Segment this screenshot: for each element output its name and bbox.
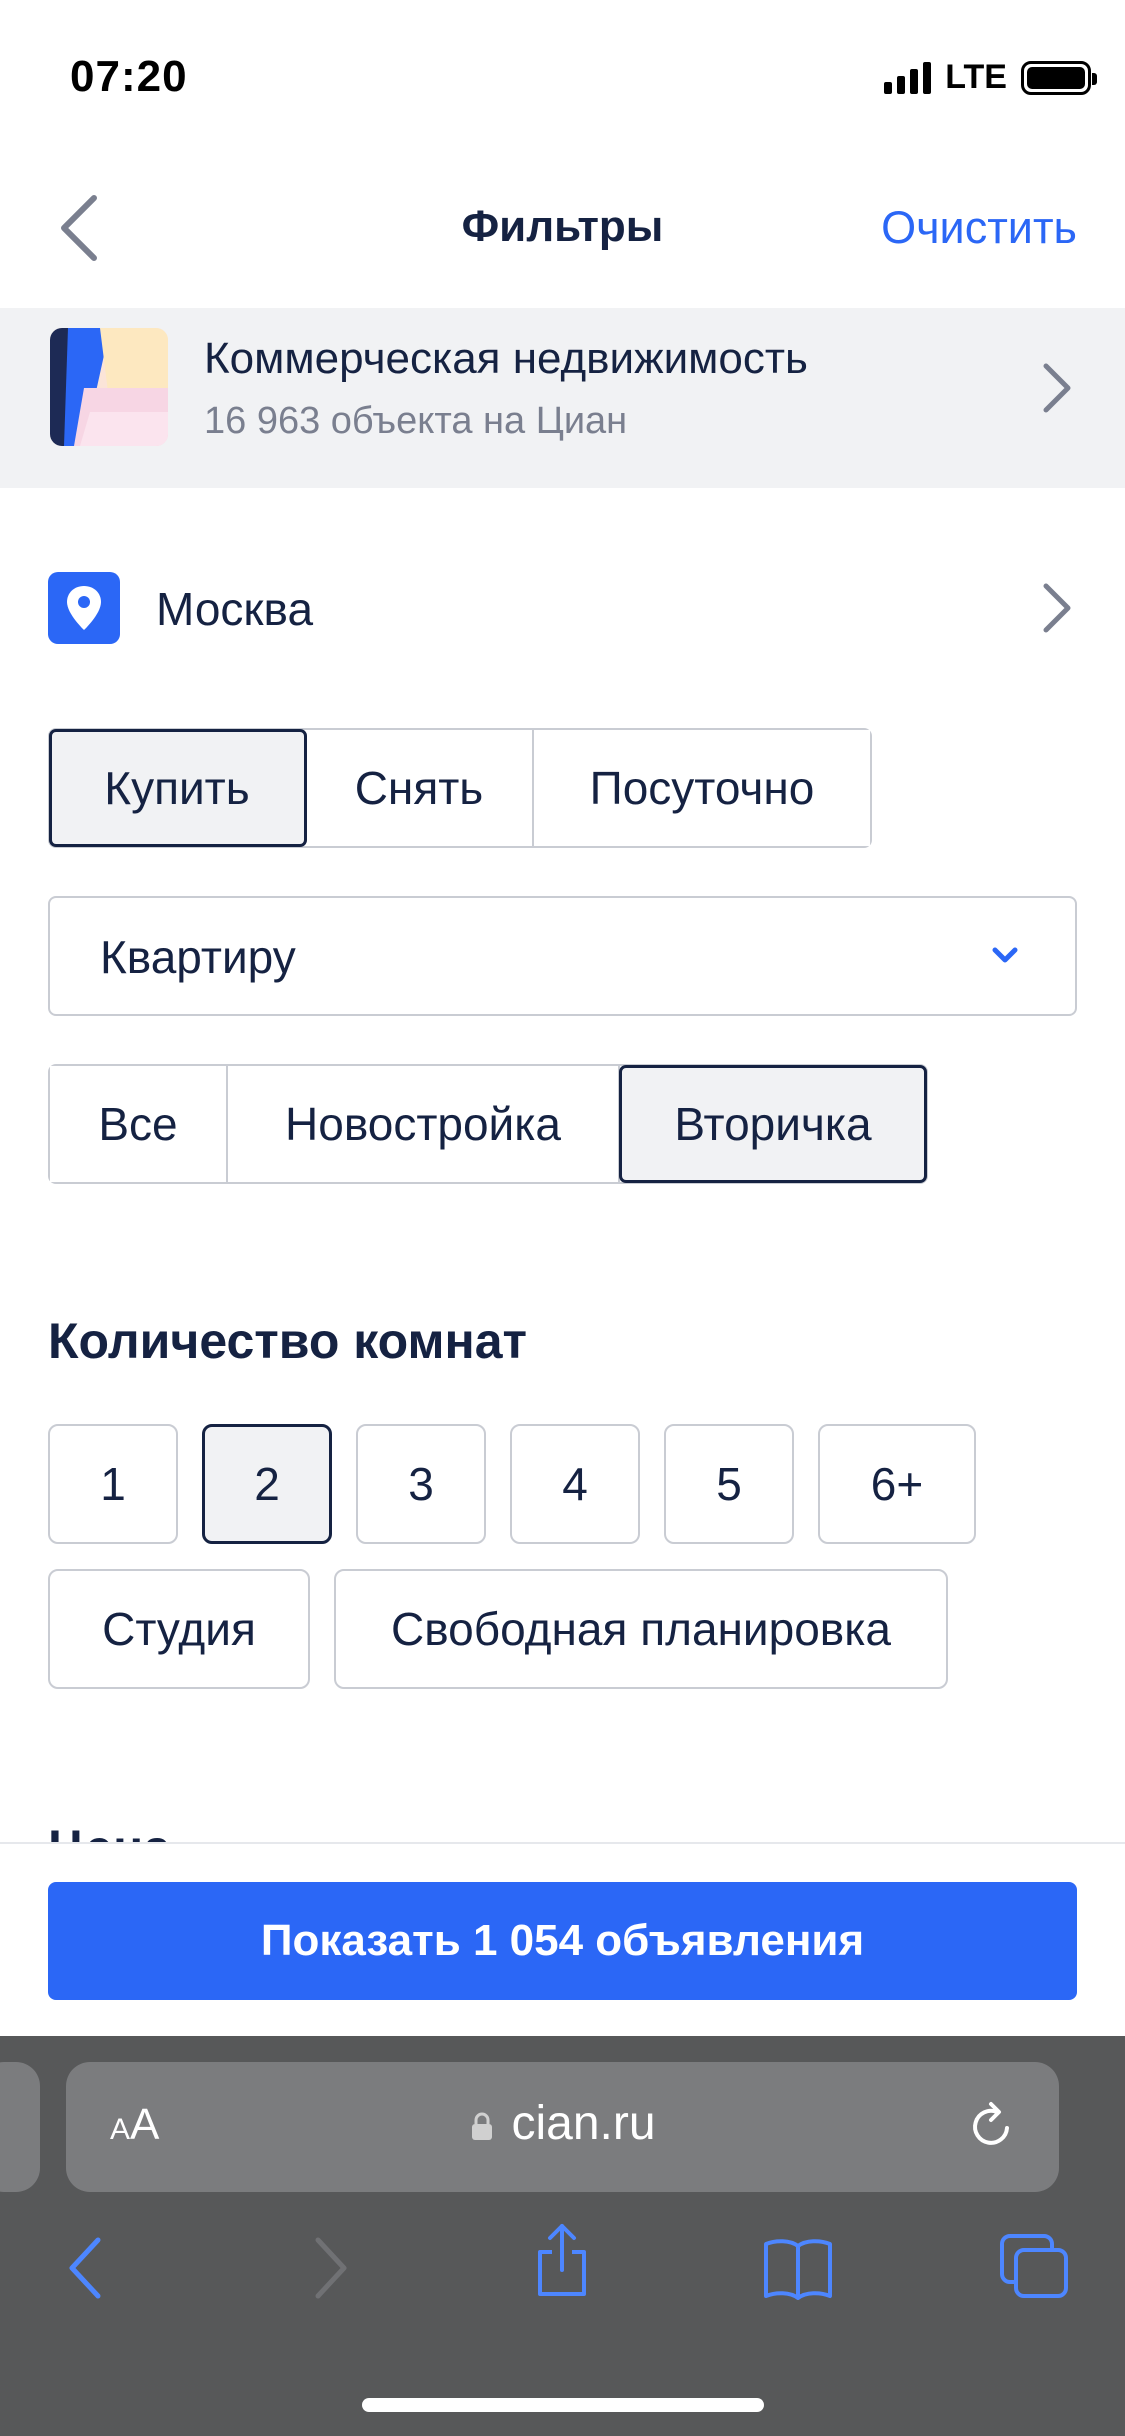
address-bar[interactable]: AA cian.ru [66,2062,1059,2192]
market-new-option[interactable]: Новостройка [228,1066,620,1182]
chevron-right-icon [1043,583,1071,633]
commercial-logo-icon [50,328,168,446]
back-arrow-icon[interactable] [50,2230,126,2306]
chevron-right-icon [1043,363,1071,413]
city-label: Москва [156,583,314,635]
room-chip-free-layout[interactable]: Свободная планировка [334,1569,948,1689]
deal-buy-option[interactable]: Купить [49,729,307,847]
room-chip-4[interactable]: 4 [510,1424,640,1544]
market-all-option[interactable]: Все [50,1066,228,1182]
signal-icon [884,61,932,94]
network-type: LTE [945,58,1007,96]
clear-button[interactable]: Очистить [881,202,1077,254]
previous-tab-peek[interactable] [0,2062,40,2192]
room-chip-studio[interactable]: Студия [48,1569,310,1689]
reload-icon[interactable] [963,2098,1019,2154]
bookmarks-icon[interactable] [760,2230,836,2306]
forward-arrow-icon [315,2237,347,2299]
property-type-value: Квартиру [100,931,296,983]
room-chip-6plus[interactable]: 6+ [818,1424,976,1544]
share-icon[interactable] [524,2222,600,2298]
room-chip-2[interactable]: 2 [202,1424,332,1544]
status-time: 07:20 [70,52,188,101]
deal-rent-option[interactable]: Снять [306,730,534,846]
price-title: Цена [48,1808,171,1844]
banner-subtitle: 16 963 объекта на Циан [204,400,628,442]
url-text: cian.ru [511,2097,656,2150]
show-results-button[interactable]: Показать 1 054 объявления [48,1882,1077,2000]
room-chip-3[interactable]: 3 [356,1424,486,1544]
market-selector: Все Новостройка Вторичка [48,1064,928,1184]
home-indicator [362,2398,764,2412]
banner-title: Коммерческая недвижимость [204,334,808,383]
battery-icon [1021,60,1097,95]
room-chip-1[interactable]: 1 [48,1424,178,1544]
url-display: cian.ru [66,2096,1059,2151]
deal-daily-option[interactable]: Посуточно [534,730,870,846]
room-chip-5[interactable]: 5 [664,1424,794,1544]
property-type-dropdown[interactable]: Квартиру [48,896,1077,1016]
location-pin-icon [48,572,120,644]
tabs-icon[interactable] [996,2230,1072,2306]
deal-type-selector: Купить Снять Посуточно [48,728,872,848]
market-secondary-option[interactable]: Вторичка [619,1065,927,1183]
rooms-title: Количество комнат [48,1313,528,1369]
lock-icon [472,2112,493,2141]
status-indicators: LTE [884,58,1097,97]
chevron-down-icon [992,947,1018,963]
